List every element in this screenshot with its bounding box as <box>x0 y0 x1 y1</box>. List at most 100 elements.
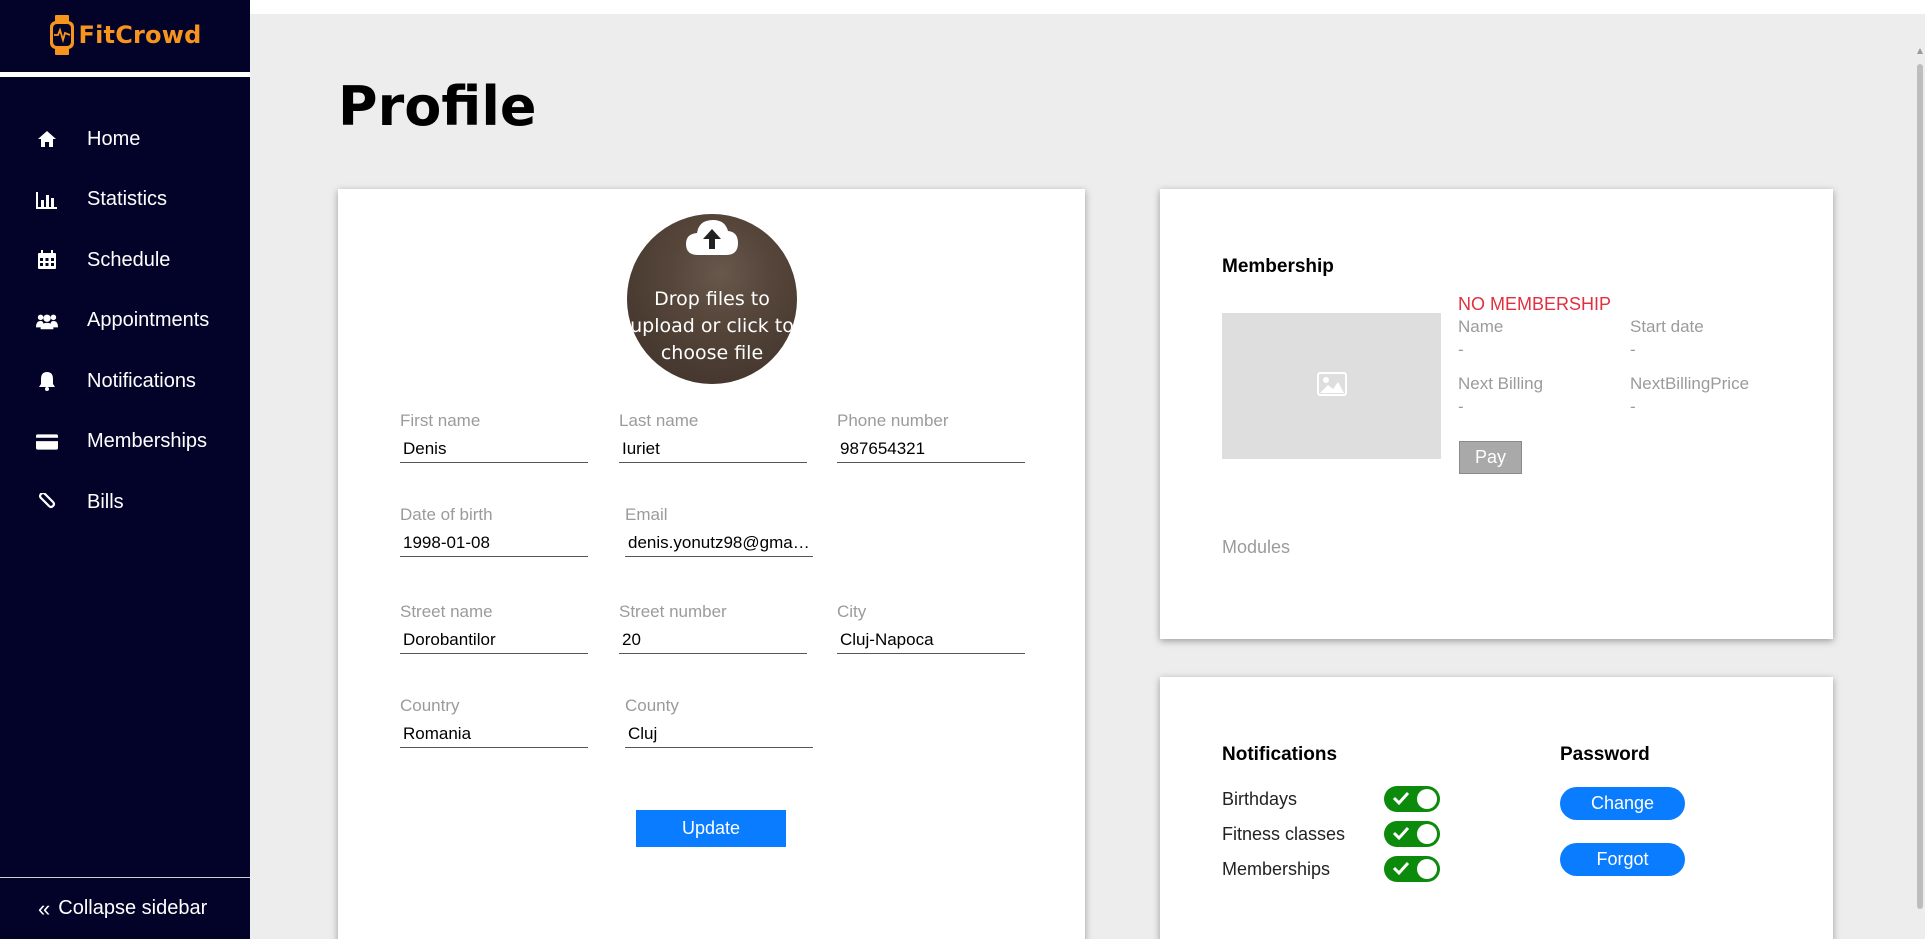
scroll-up-arrow-icon[interactable] <box>1917 48 1923 54</box>
membership-title: Membership <box>1222 256 1334 277</box>
paperclip-icon <box>36 491 58 513</box>
brand-name: FitCrowd <box>78 21 202 49</box>
sidebar-item-label: Home <box>87 127 141 150</box>
dob-group: Date of birth <box>400 505 588 557</box>
notification-label: Fitness classes <box>1222 823 1346 844</box>
notification-label: Birthdays <box>1222 788 1298 809</box>
avatar-upload[interactable]: Drop files to upload or click to choose … <box>627 214 797 384</box>
last-name-label: Last name <box>619 411 699 430</box>
phone-group: Phone number <box>837 411 1025 463</box>
users-icon <box>36 310 58 332</box>
sidebar-item-statistics[interactable]: Statistics <box>0 170 250 231</box>
street-name-group: Street name <box>400 602 588 654</box>
memberships-toggle[interactable] <box>1384 856 1440 882</box>
notification-label: Memberships <box>1222 858 1331 879</box>
dob-label: Date of birth <box>400 505 493 524</box>
sidebar: FitCrowd Home Statistics Schedule Appoin… <box>0 0 250 939</box>
first-name-group: First name <box>400 411 588 463</box>
password-title: Password <box>1560 744 1650 765</box>
fitness-classes-toggle[interactable] <box>1384 821 1440 847</box>
page-title: Profile <box>338 75 537 138</box>
membership-name-label: Name <box>1458 317 1504 336</box>
first-name-field[interactable] <box>400 433 588 463</box>
sidebar-item-label: Bills <box>87 490 124 513</box>
sidebar-item-label: Appointments <box>87 309 210 332</box>
check-icon <box>1392 826 1410 841</box>
county-group: County <box>625 696 813 748</box>
membership-image-placeholder <box>1222 313 1441 459</box>
settings-card: Notifications Birthdays Fitness classes … <box>1160 677 1833 939</box>
street-name-field[interactable] <box>400 624 588 654</box>
smartwatch-logo-icon <box>49 15 75 55</box>
sidebar-item-bills[interactable]: Bills <box>0 472 250 533</box>
notification-fitness-classes-row: Fitness classes <box>1222 821 1440 847</box>
cloud-upload-icon <box>684 217 740 257</box>
collapse-sidebar-label: Collapse sidebar <box>58 897 208 919</box>
change-password-button[interactable]: Change <box>1560 787 1685 820</box>
scrollbar-thumb[interactable] <box>1917 64 1923 909</box>
check-icon <box>1392 861 1410 876</box>
notification-birthdays-row: Birthdays <box>1222 786 1440 812</box>
email-label: Email <box>625 505 668 524</box>
sidebar-item-appointments[interactable]: Appointments <box>0 291 250 352</box>
notifications-title: Notifications <box>1222 744 1338 765</box>
sidebar-item-schedule[interactable]: Schedule <box>0 230 250 291</box>
sidebar-item-memberships[interactable]: Memberships <box>0 412 250 473</box>
street-number-label: Street number <box>619 602 727 621</box>
sidebar-item-home[interactable]: Home <box>0 109 250 170</box>
sidebar-item-notifications[interactable]: Notifications <box>0 351 250 412</box>
dob-field[interactable] <box>400 527 588 557</box>
top-bar <box>250 0 1925 14</box>
membership-status: NO MEMBERSHIP <box>1458 294 1612 314</box>
country-field[interactable] <box>400 718 588 748</box>
modules-label: Modules <box>1222 537 1291 557</box>
city-label: City <box>837 602 867 621</box>
membership-card: Membership NO MEMBERSHIP Name - Start da… <box>1160 189 1833 639</box>
collapse-sidebar-button[interactable]: « Collapse sidebar <box>0 877 250 939</box>
country-label: Country <box>400 696 460 715</box>
double-chevron-left-icon: « <box>38 895 51 921</box>
city-group: City <box>837 602 1025 654</box>
email-group: Email <box>625 505 813 557</box>
last-name-group: Last name <box>619 411 807 463</box>
next-billing-price-value: - <box>1630 397 1636 416</box>
last-name-field[interactable] <box>619 433 807 463</box>
city-field[interactable] <box>837 624 1025 654</box>
toggle-knob <box>1417 824 1437 844</box>
sidebar-item-label: Schedule <box>87 248 171 271</box>
profile-card: Drop files to upload or click to choose … <box>338 189 1085 939</box>
birthdays-toggle[interactable] <box>1384 786 1440 812</box>
next-billing-value: - <box>1458 397 1464 416</box>
country-group: Country <box>400 696 588 748</box>
check-icon <box>1392 791 1410 806</box>
email-field[interactable] <box>625 527 813 557</box>
pay-button[interactable]: Pay <box>1459 441 1522 474</box>
calendar-icon <box>36 249 58 271</box>
sidebar-item-label: Statistics <box>87 188 168 211</box>
county-label: County <box>625 696 679 715</box>
sidebar-item-label: Memberships <box>87 430 208 453</box>
home-icon <box>36 128 58 150</box>
sidebar-nav: Home Statistics Schedule Appointments No… <box>0 109 250 533</box>
first-name-label: First name <box>400 411 481 430</box>
update-button[interactable]: Update <box>636 810 786 847</box>
toggle-knob <box>1417 789 1437 809</box>
image-placeholder-icon <box>1316 371 1347 401</box>
county-field[interactable] <box>625 718 813 748</box>
start-date-value: - <box>1630 340 1636 359</box>
phone-field[interactable] <box>837 433 1025 463</box>
sidebar-item-label: Notifications <box>87 369 196 392</box>
credit-card-icon <box>36 431 58 453</box>
membership-name-value: - <box>1458 340 1464 359</box>
brand[interactable]: FitCrowd <box>0 0 250 70</box>
forgot-password-button[interactable]: Forgot <box>1560 843 1685 876</box>
page-scrollbar[interactable] <box>1915 14 1925 939</box>
next-billing-price-label: NextBillingPrice <box>1630 374 1750 393</box>
start-date-label: Start date <box>1630 317 1704 336</box>
brand-divider <box>0 72 250 77</box>
next-billing-label: Next Billing <box>1458 374 1544 393</box>
street-name-label: Street name <box>400 602 493 621</box>
street-number-field[interactable] <box>619 624 807 654</box>
notification-memberships-row: Memberships <box>1222 856 1440 882</box>
upload-instructions: Drop files to upload or click to choose … <box>630 288 794 364</box>
